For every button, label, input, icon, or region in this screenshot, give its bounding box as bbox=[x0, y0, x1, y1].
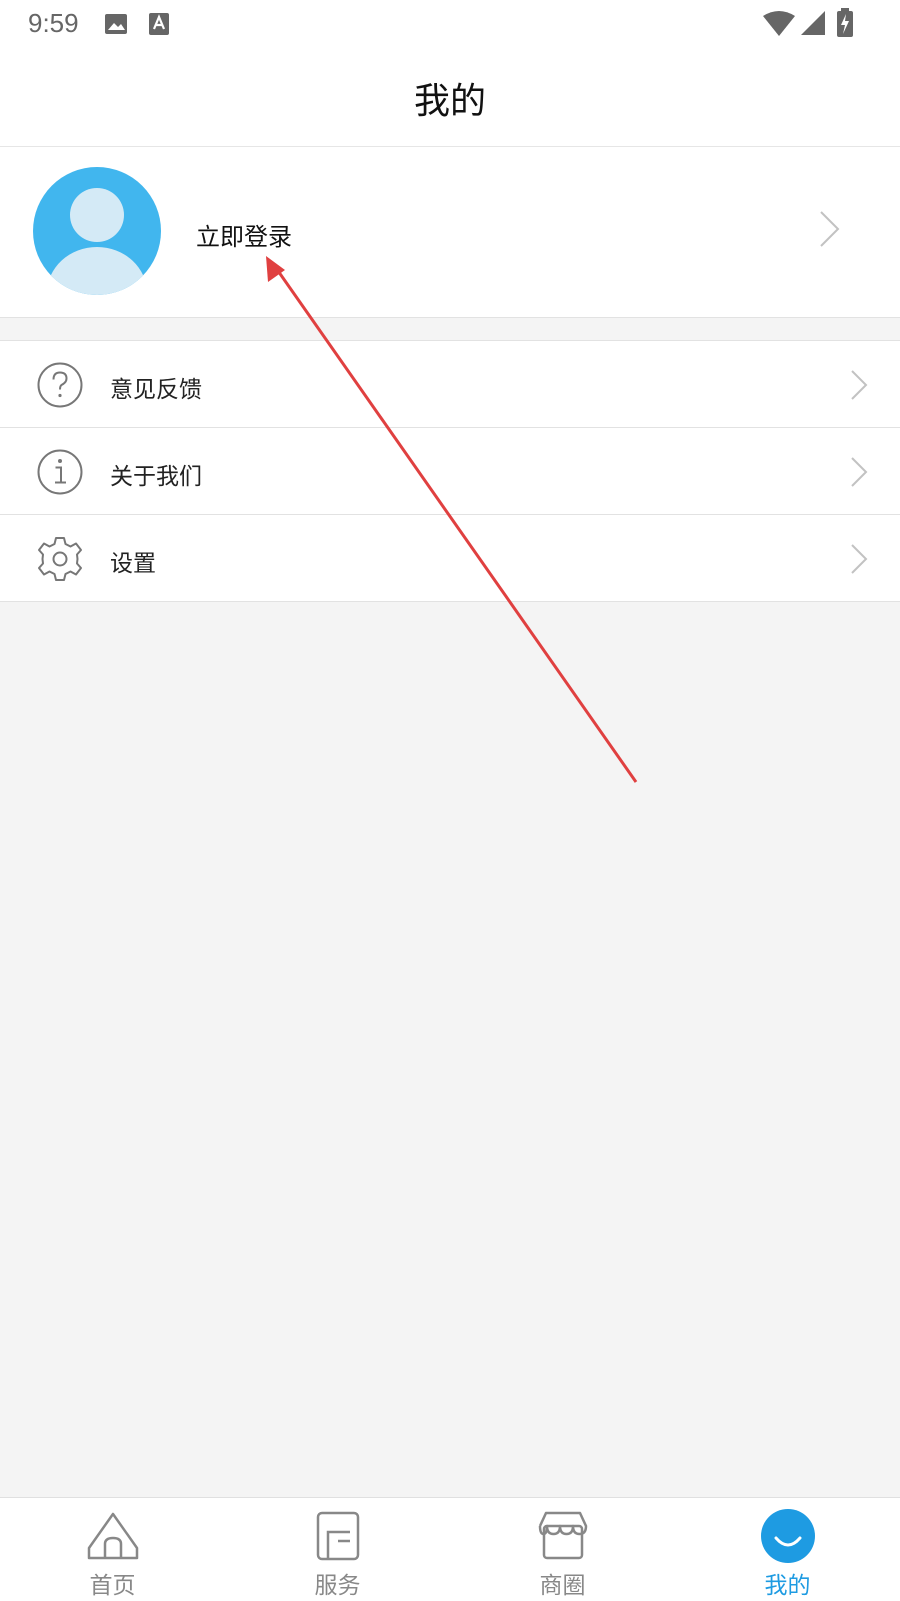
avatar-person-icon bbox=[47, 188, 147, 295]
gear-icon bbox=[38, 537, 82, 581]
menu-label-settings: 设置 bbox=[110, 551, 156, 577]
menu-item-settings[interactable]: 设置 bbox=[0, 515, 900, 602]
login-link[interactable]: 立即登录 bbox=[196, 217, 292, 252]
chevron-right-icon bbox=[820, 211, 840, 247]
menu-label-feedback: 意见反馈 bbox=[110, 377, 202, 403]
tab-shopping-district[interactable]: 商圈 bbox=[450, 1498, 675, 1601]
tab-mine[interactable]: 我的 bbox=[675, 1498, 900, 1601]
battery-charging-icon bbox=[837, 8, 853, 37]
status-time: 9:59 bbox=[28, 8, 79, 38]
tab-label-mine: 我的 bbox=[764, 1573, 811, 1599]
tab-home[interactable]: 首页 bbox=[0, 1498, 225, 1601]
profile-smile-icon bbox=[760, 1509, 815, 1563]
home-icon bbox=[87, 1512, 138, 1560]
bottom-tab-bar: 首页 服务 商圈 我的 bbox=[0, 1497, 900, 1601]
header: 我的 bbox=[0, 48, 900, 147]
menu-item-feedback[interactable]: 意见反馈 bbox=[0, 341, 900, 428]
chevron-right-icon bbox=[851, 370, 868, 400]
page-title: 我的 bbox=[413, 81, 486, 122]
menu-label-about: 关于我们 bbox=[110, 464, 202, 490]
chevron-right-icon bbox=[851, 457, 868, 487]
store-icon bbox=[538, 1511, 587, 1560]
tab-service[interactable]: 服务 bbox=[225, 1498, 450, 1601]
tab-label-shopping-district: 商圈 bbox=[539, 1573, 586, 1599]
profile-login-row[interactable]: 立即登录 bbox=[0, 147, 900, 318]
tab-label-service: 服务 bbox=[314, 1573, 361, 1599]
service-icon bbox=[316, 1511, 359, 1561]
chevron-right-icon bbox=[851, 544, 868, 574]
wifi-icon bbox=[763, 11, 795, 36]
menu-item-about[interactable]: 关于我们 bbox=[0, 428, 900, 515]
avatar[interactable] bbox=[33, 167, 161, 295]
cellular-signal-icon bbox=[801, 11, 825, 35]
image-notification-icon bbox=[105, 14, 127, 34]
info-circle-icon bbox=[37, 449, 83, 495]
help-circle-icon bbox=[37, 362, 83, 408]
text-notification-icon bbox=[149, 13, 169, 35]
tab-label-home: 首页 bbox=[89, 1573, 136, 1599]
status-bar: 9:59 bbox=[0, 0, 900, 48]
menu-list: 意见反馈 关于我们 设置 bbox=[0, 340, 900, 602]
